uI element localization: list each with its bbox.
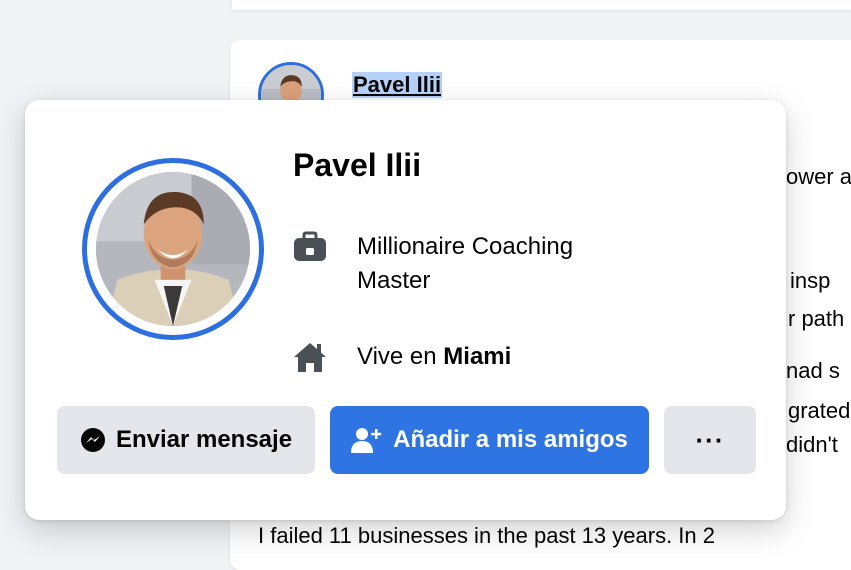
work-info-row: Millionaire Coaching Master [293,230,637,298]
post-text-fragment: r path [788,306,845,331]
profile-hovercard: Pavel Ilii Millionaire Coaching Master V… [25,100,786,520]
add-friend-icon [351,427,383,453]
home-city-link[interactable]: Miami [443,343,511,370]
post-author-name[interactable]: Pavel Ilii [352,72,443,98]
home-info-row: Vive en Miami [293,340,511,374]
post-text-fragment: nad s [786,358,840,383]
profile-name[interactable]: Pavel Ilii [293,146,421,184]
briefcase-icon [293,230,327,264]
home-prefix: Vive en [357,343,444,370]
avatar-photo [96,172,250,326]
add-friend-label: Añadir a mis amigos [393,426,628,453]
post-text-fragment: grated [788,398,851,423]
home-text: Vive en Miami [357,340,511,374]
post-text-fragment: ower a [786,164,851,189]
more-dots-icon: ··· [695,424,725,455]
send-message-button[interactable]: Enviar mensaje [57,406,315,474]
post-text-line: I failed 11 businesses in the past 13 ye… [258,523,715,548]
add-friend-button[interactable]: Añadir a mis amigos [330,406,649,474]
house-icon [293,340,327,374]
post-text-fragment: didn't [786,432,838,457]
top-card-edge [232,0,851,10]
more-options-button[interactable]: ··· [664,406,756,474]
hovercard-avatar[interactable] [82,158,264,340]
post-text-fragment: insp [790,268,831,293]
work-text: Millionaire Coaching Master [357,233,574,294]
send-message-label: Enviar mensaje [115,426,293,453]
messenger-icon [80,427,106,453]
